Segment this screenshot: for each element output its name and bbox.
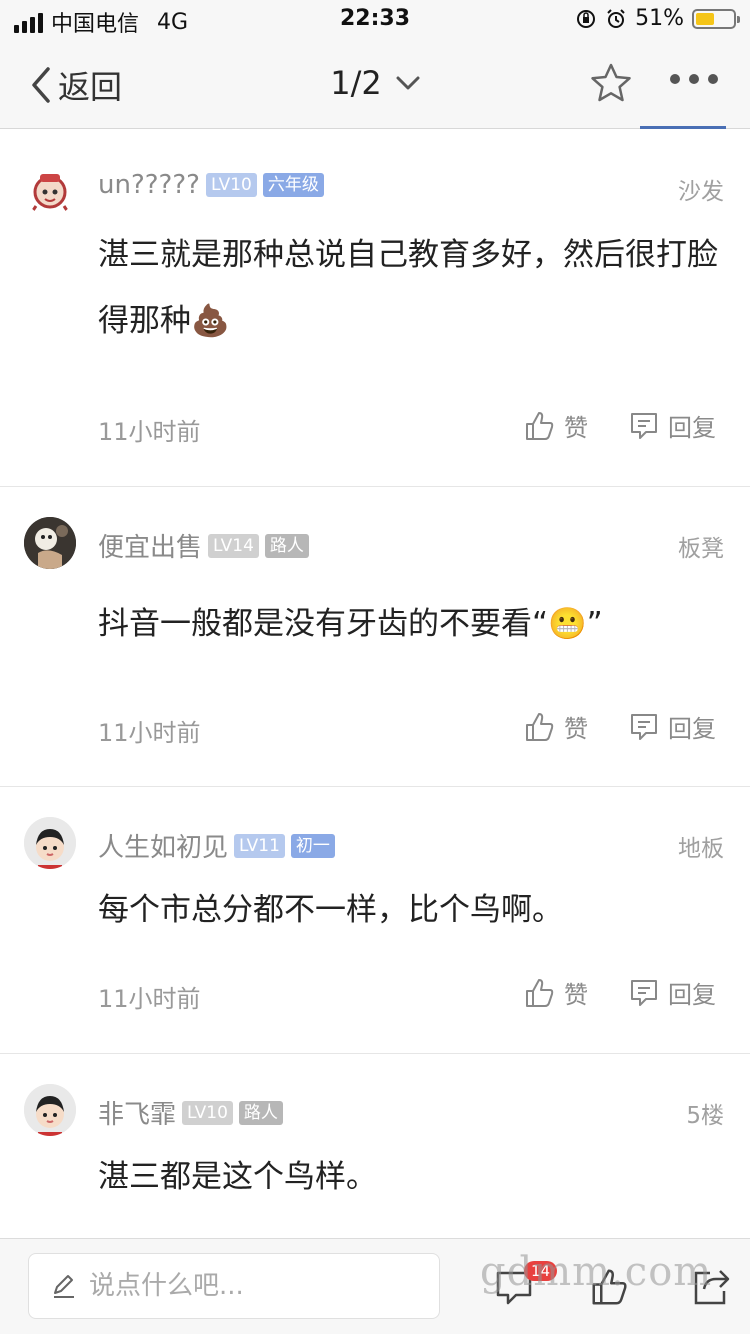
floor-label: 沙发 — [678, 179, 724, 205]
bottom-bar: 14 gdmm.com — [0, 1238, 750, 1334]
comment-body: 抖音一般都是没有牙齿的不要看“ — [98, 606, 549, 642]
reply-button[interactable]: 回复 — [628, 408, 716, 443]
status-bar: 中国电信 4G 22:33 51% — [0, 0, 750, 40]
username[interactable]: 非飞霏 — [98, 1094, 176, 1131]
watermark: gdmm.com — [480, 1249, 713, 1295]
username[interactable]: 便宜出售 — [98, 527, 202, 564]
level-badge: LV14 — [208, 533, 259, 558]
grade-badge: 路人 — [264, 533, 309, 558]
status-right: 51% — [575, 6, 740, 31]
more-dots-icon[interactable] — [670, 74, 718, 84]
floor-label: 5楼 — [686, 1103, 724, 1129]
nav-active-indicator — [640, 126, 726, 129]
page-indicator-wrap: 1/2 — [0, 64, 750, 102]
star-icon — [591, 63, 631, 102]
like-label: 赞 — [564, 414, 588, 442]
like-button[interactable]: 赞 — [524, 975, 588, 1010]
nav-bar: 返回 1/2 — [0, 40, 750, 129]
avatar-image — [24, 1084, 76, 1136]
reply-label: 回复 — [668, 715, 716, 743]
avatar-image — [24, 517, 76, 569]
comment-header: 非飞霏 LV10 路人 — [98, 1094, 283, 1131]
avatar-image — [24, 817, 76, 869]
avatar[interactable] — [24, 817, 76, 869]
timestamp: 11小时前 — [98, 985, 201, 1013]
reply-button[interactable]: 回复 — [628, 975, 716, 1010]
chevron-down-icon — [396, 76, 420, 90]
comment-text: 每个市总分都不一样，比个鸟啊。 — [98, 877, 718, 943]
grade-badge: 初一 — [290, 833, 335, 858]
comment-item: 便宜出售 LV14 路人 板凳 抖音一般都是没有牙齿的不要看“😬” 11小时前 … — [0, 487, 750, 787]
thumbs-up-icon — [526, 411, 554, 440]
comment-item: 非飞霏 LV10 路人 5楼 湛三都是这个鸟样。 — [0, 1054, 750, 1238]
battery-fill — [696, 12, 715, 25]
rotation-lock-icon — [577, 9, 596, 28]
comment-header: un????? LV10 六年级 — [98, 170, 324, 200]
comment-body: 每个市总分都不一样，比个鸟啊。 — [98, 892, 563, 928]
comment-body-suffix: ” — [586, 606, 603, 642]
like-button[interactable]: 赞 — [524, 408, 588, 443]
floor-label: 板凳 — [678, 536, 724, 562]
comment-item: un????? LV10 六年级 沙发 湛三就是那种总说自己教育多好，然后很打脸… — [0, 130, 750, 487]
comment-header: 人生如初见 LV11 初一 — [98, 827, 335, 864]
page-selector[interactable]: 1/2 — [330, 64, 420, 102]
comment-bubble-icon — [631, 412, 657, 439]
comment-body: 湛三都是这个鸟样。 — [98, 1159, 377, 1195]
avatar-image — [30, 174, 70, 213]
avatar[interactable] — [24, 517, 76, 569]
comment-text: 湛三都是这个鸟样。 — [98, 1144, 718, 1210]
comment-text: 抖音一般都是没有牙齿的不要看“😬” — [98, 591, 718, 657]
comment-item: 人生如初见 LV11 初一 地板 每个市总分都不一样，比个鸟啊。 11小时前 赞… — [0, 787, 750, 1054]
like-label: 赞 — [564, 981, 588, 1009]
poop-emoji-icon: 💩 — [191, 303, 230, 339]
alarm-icon — [607, 8, 625, 28]
thumbs-up-icon — [526, 978, 554, 1007]
timestamp: 11小时前 — [98, 418, 201, 446]
pencil-icon — [54, 1275, 74, 1298]
reply-label: 回复 — [668, 981, 716, 1009]
battery-icon — [692, 8, 740, 29]
level-badge: LV10 — [205, 173, 257, 197]
grade-badge: 六年级 — [262, 173, 324, 197]
favorite-button[interactable] — [590, 62, 632, 108]
reply-button[interactable]: 回复 — [628, 709, 716, 744]
page-indicator: 1/2 — [330, 64, 382, 102]
battery-percent: 51% — [635, 6, 684, 31]
avatar[interactable] — [24, 1084, 76, 1136]
level-badge: LV10 — [182, 1100, 233, 1125]
avatar[interactable] — [24, 164, 76, 216]
comment-bubble-icon — [631, 979, 657, 1006]
like-button[interactable]: 赞 — [524, 709, 588, 744]
reply-label: 回复 — [668, 414, 716, 442]
comment-input[interactable] — [89, 1271, 409, 1301]
grimace-emoji-icon: 😬 — [548, 606, 587, 642]
floor-label: 地板 — [678, 836, 724, 862]
comment-header: 便宜出售 LV14 路人 — [98, 527, 309, 564]
timestamp: 11小时前 — [98, 719, 201, 747]
like-label: 赞 — [564, 715, 588, 743]
username[interactable]: 人生如初见 — [98, 827, 228, 864]
thumbs-up-icon — [526, 712, 554, 741]
comment-input-box[interactable] — [28, 1253, 440, 1319]
level-badge: LV11 — [234, 833, 285, 858]
comment-bubble-icon — [631, 713, 657, 740]
username[interactable]: un????? — [98, 170, 200, 200]
grade-badge: 路人 — [238, 1100, 283, 1125]
comment-text: 湛三就是那种总说自己教育多好，然后很打脸得那种💩 — [98, 222, 718, 354]
